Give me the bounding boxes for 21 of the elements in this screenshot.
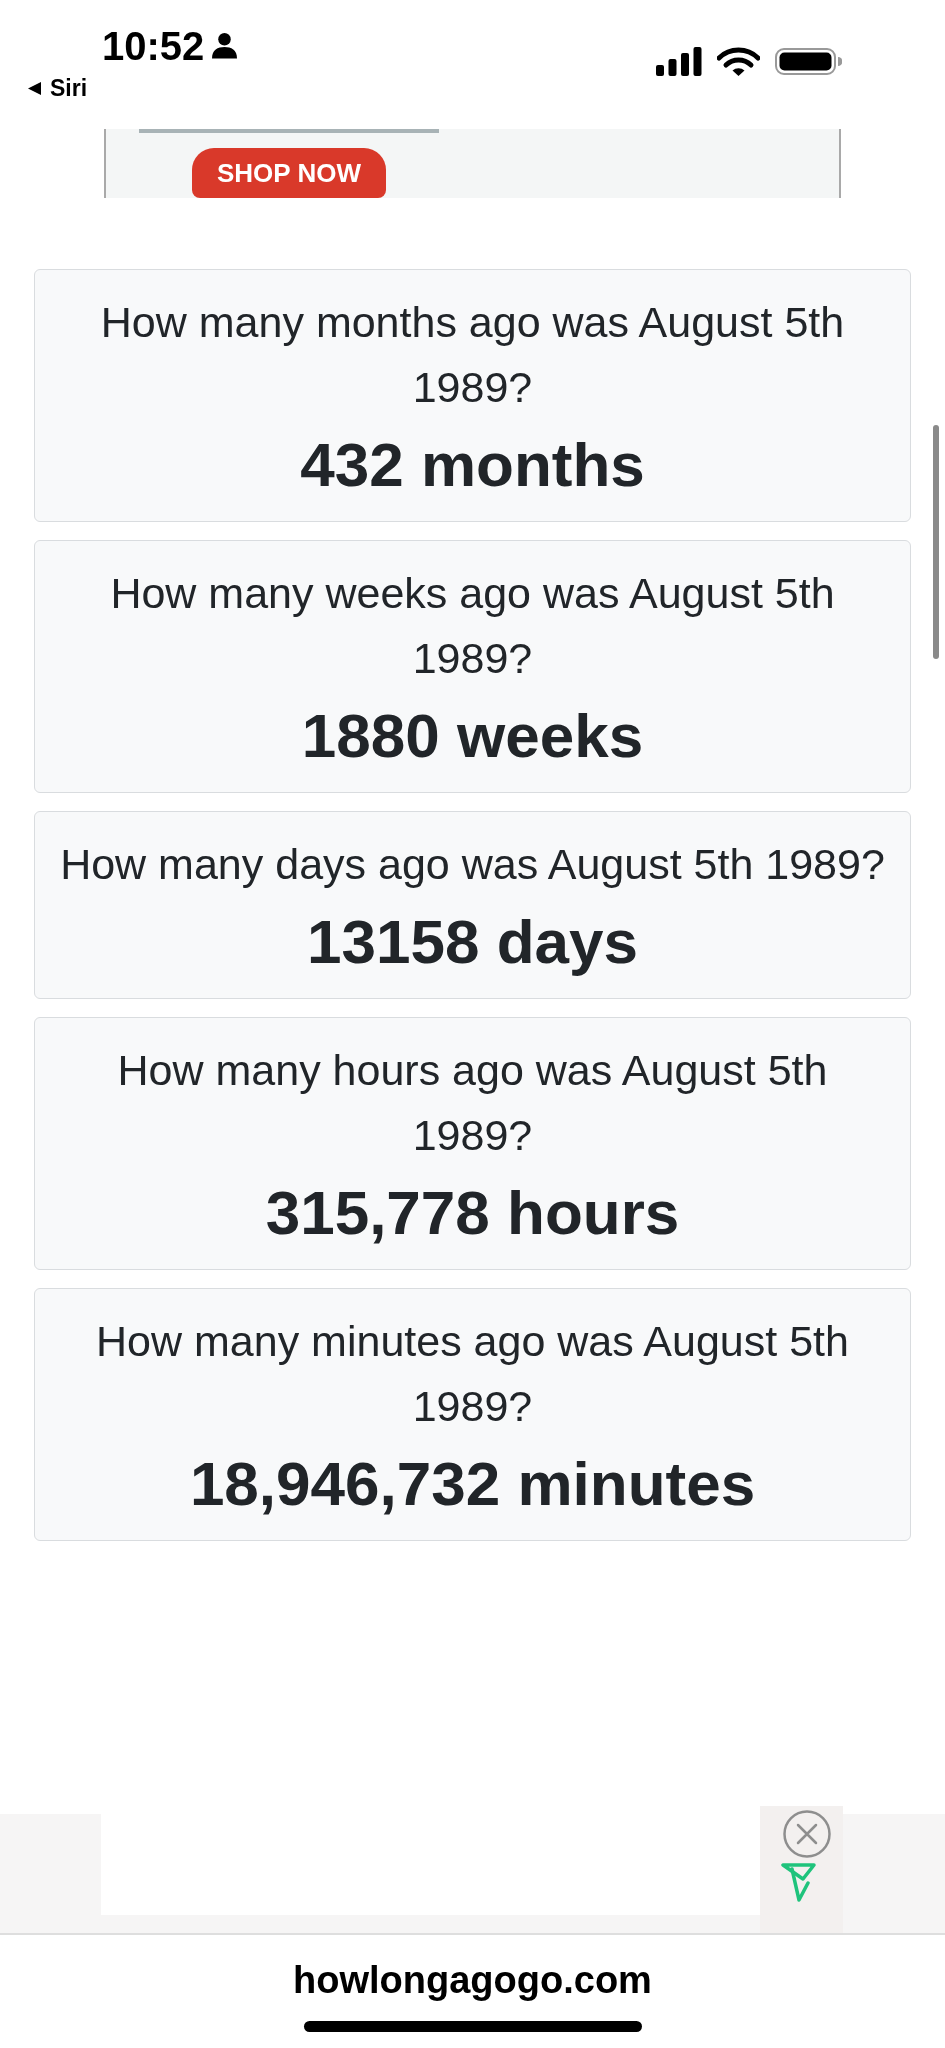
question-text: How many months ago was August 5th 1989?	[99, 297, 846, 413]
answer-value: 432 months	[299, 429, 646, 501]
answer-value: 315,778 hours	[264, 1177, 681, 1249]
shop-now-button[interactable]: SHOP NOW	[192, 148, 386, 198]
question-text: How many hours ago was August 5th 1989?	[116, 1045, 829, 1161]
person-icon	[212, 31, 238, 59]
signal-icon	[656, 47, 702, 76]
question-text: How many minutes ago was August 5th 1989?	[95, 1316, 850, 1432]
answer-value: 13158 days	[306, 906, 639, 978]
close-icon[interactable]	[782, 1810, 831, 1858]
question-text: How many days ago was August 5th 1989?	[59, 839, 886, 890]
address-bar-url[interactable]: howlongagogo.com	[293, 1958, 652, 2002]
back-link[interactable]: Siri	[28, 74, 88, 102]
question-text: How many weeks ago was August 5th 1989?	[109, 568, 836, 684]
back-arrow-icon	[28, 81, 41, 95]
answer-value: 1880 weeks	[300, 700, 645, 772]
answer-value: 18,946,732 minutes	[188, 1448, 757, 1520]
wifi-icon	[717, 46, 760, 77]
battery-icon	[775, 48, 842, 75]
triangle-logo-icon	[780, 1862, 817, 1902]
status-time: 10:52	[102, 24, 205, 68]
